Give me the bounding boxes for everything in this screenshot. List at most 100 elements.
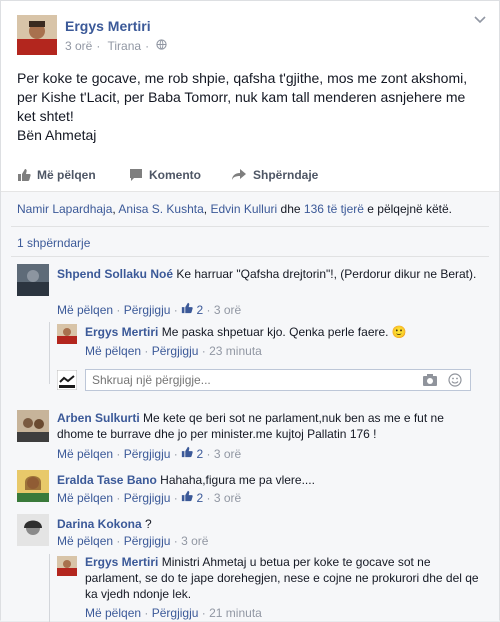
reply-reply-link[interactable]: Përgjigju (152, 606, 199, 620)
comment-button-label: Komento (149, 168, 201, 182)
commenter-avatar[interactable] (17, 264, 49, 296)
replier-avatar[interactable] (57, 556, 77, 576)
comment-body: Eralda Tase Bano Hahaha,figura me pa vle… (57, 472, 477, 488)
emoji-icon[interactable] (448, 373, 462, 390)
comment-button[interactable]: Komento (129, 165, 201, 185)
like-button[interactable]: Më pëlqen (17, 165, 96, 185)
camera-icon[interactable] (422, 373, 438, 390)
comment-time[interactable]: 3 orë (214, 447, 241, 461)
comment: Eralda Tase Bano Hahaha,figura me pa vle… (17, 470, 487, 510)
separator-dot: · (173, 303, 178, 317)
comment-like-count[interactable]: 2 (196, 447, 203, 461)
liker-name[interactable]: Namir Lapardhaja (17, 202, 112, 216)
commenter-name[interactable]: Arben Sulkurti (57, 411, 140, 425)
likes-connector: dhe (280, 202, 301, 216)
reply-reply-link[interactable]: Përgjigju (152, 344, 199, 358)
reply-like-link[interactable]: Më pëlqen (85, 606, 141, 620)
separator-dot: · (201, 606, 206, 620)
separator-dot: · (173, 491, 178, 505)
separator-dot: · (201, 344, 206, 358)
shares-link[interactable]: 1 shpërndarje (17, 236, 90, 250)
comment-meta: Më pëlqen · Përgjigju · 3 orë (57, 534, 208, 548)
comment-text: Ke harruar "Qafsha drejtorin"!, (Perdoru… (176, 267, 477, 281)
likes-suffix: e pëlqejnë këtë. (367, 202, 453, 216)
separator-dot: · (144, 344, 149, 358)
liker-name[interactable]: Edvin Kulluri (210, 202, 277, 216)
reply-like-link[interactable]: Më pëlqen (85, 344, 141, 358)
separator-dot: · (116, 534, 121, 548)
comment-like-link[interactable]: Më pëlqen (57, 303, 113, 317)
comment-like-count[interactable]: 2 (196, 491, 203, 505)
divider (11, 226, 489, 227)
reply-input-box (85, 369, 471, 391)
separator-dot: · (173, 534, 178, 548)
liker-name[interactable]: Anisa S. Kushta (118, 202, 203, 216)
share-button[interactable]: Shpërndaje (231, 165, 318, 185)
likes-summary: Namir Lapardhaja, Anisa S. Kushta, Edvin… (17, 202, 453, 216)
replier-name[interactable]: Ergys Mertiri (85, 555, 158, 569)
comment-meta: Më pëlqen · Përgjigju · 2 · 3 orë (57, 302, 241, 317)
author-name[interactable]: Ergys Mertiri (65, 18, 151, 34)
reply-time[interactable]: 23 minuta (209, 344, 262, 358)
comment-time[interactable]: 3 orë (214, 491, 241, 505)
post-location[interactable]: Tirana (107, 39, 141, 53)
comment-like-link[interactable]: Më pëlqen (57, 491, 113, 505)
commenter-name[interactable]: Shpend Sollaku Noé (57, 267, 173, 281)
comment-like-link[interactable]: Më pëlqen (57, 534, 113, 548)
post-meta: 3 orë · Tirana · (65, 39, 171, 53)
separator-dot: · (116, 491, 121, 505)
separator-dot: · (206, 491, 211, 505)
divider (11, 256, 489, 257)
post-text-line: ket shtet! (17, 108, 74, 124)
comment-icon (129, 168, 149, 182)
comment-body: Darina Kokona ? (57, 516, 477, 532)
share-button-label: Shpërndaje (253, 168, 319, 182)
like-button-label: Më pëlqen (37, 168, 96, 182)
social-section: Namir Lapardhaja, Anisa S. Kushta, Edvin… (1, 191, 499, 622)
post-text-line: per Kishe t'Lacit, per Baba Tomorr, nuk … (17, 89, 466, 105)
comment-time[interactable]: 3 orë (214, 303, 241, 317)
comment-reply-link[interactable]: Përgjigju (124, 534, 171, 548)
comment-reply-link[interactable]: Përgjigju (124, 447, 171, 461)
post-text-line: Bën Ahmetaj (17, 127, 97, 143)
commenter-name[interactable]: Darina Kokona (57, 517, 142, 531)
reply-meta: Më pëlqen · Përgjigju · 23 minuta (85, 344, 262, 358)
post-card: Ergys Mertiri 3 orë · Tirana · Per koke te… (0, 0, 500, 622)
comment-time[interactable]: 3 orë (181, 534, 208, 548)
commenter-avatar[interactable] (17, 410, 49, 442)
comment-text: ? (145, 517, 152, 531)
likes-others-link[interactable]: 136 të tjerë (304, 202, 364, 216)
comment-like-link[interactable]: Më pëlqen (57, 447, 113, 461)
comment-body: Arben Sulkurti Me kete qe beri sot ne pa… (57, 410, 477, 442)
reply-text: Me paska shpetuar kjo. Qenka perle faere… (161, 325, 407, 339)
thumbs-up-icon (17, 168, 37, 182)
reply-input[interactable] (86, 370, 386, 390)
separator-dot: · (206, 303, 211, 317)
reply-time[interactable]: 21 minuta (209, 606, 262, 620)
comment: Arben Sulkurti Me kete qe beri sot ne pa… (17, 410, 487, 466)
comment-reply-link[interactable]: Përgjigju (124, 491, 171, 505)
replier-avatar[interactable] (57, 324, 77, 344)
comment: Shpend Sollaku Noé Ke harruar "Qafsha dr… (17, 264, 487, 394)
separator-dot: · (173, 447, 178, 461)
separator-dot: · (144, 606, 149, 620)
replier-name[interactable]: Ergys Mertiri (85, 325, 158, 339)
author-avatar[interactable] (17, 15, 57, 55)
share-icon (231, 168, 253, 182)
commenter-avatar[interactable] (17, 514, 49, 546)
post-text: Per koke te gocave, me rob shpie, qafsha… (17, 69, 487, 145)
chevron-down-icon[interactable] (471, 11, 489, 29)
thumbs-up-icon[interactable] (181, 446, 193, 461)
comment-like-count[interactable]: 2 (196, 303, 203, 317)
commenter-name[interactable]: Eralda Tase Bano (57, 473, 157, 487)
post-time[interactable]: 3 orë (65, 39, 92, 53)
comment-meta: Më pëlqen · Përgjigju · 2 · 3 orë (57, 490, 241, 505)
reply-thread-line (49, 554, 50, 622)
commenter-avatar[interactable] (17, 470, 49, 502)
comment-body: Shpend Sollaku Noé Ke harruar "Qafsha dr… (57, 266, 487, 282)
thumbs-up-icon[interactable] (181, 302, 193, 317)
reply-body: Ergys Mertiri Me paska shpetuar kjo. Qen… (85, 324, 485, 340)
comment-reply-link[interactable]: Përgjigju (124, 303, 171, 317)
thumbs-up-icon[interactable] (181, 490, 193, 505)
reply-thread-line (49, 322, 50, 384)
